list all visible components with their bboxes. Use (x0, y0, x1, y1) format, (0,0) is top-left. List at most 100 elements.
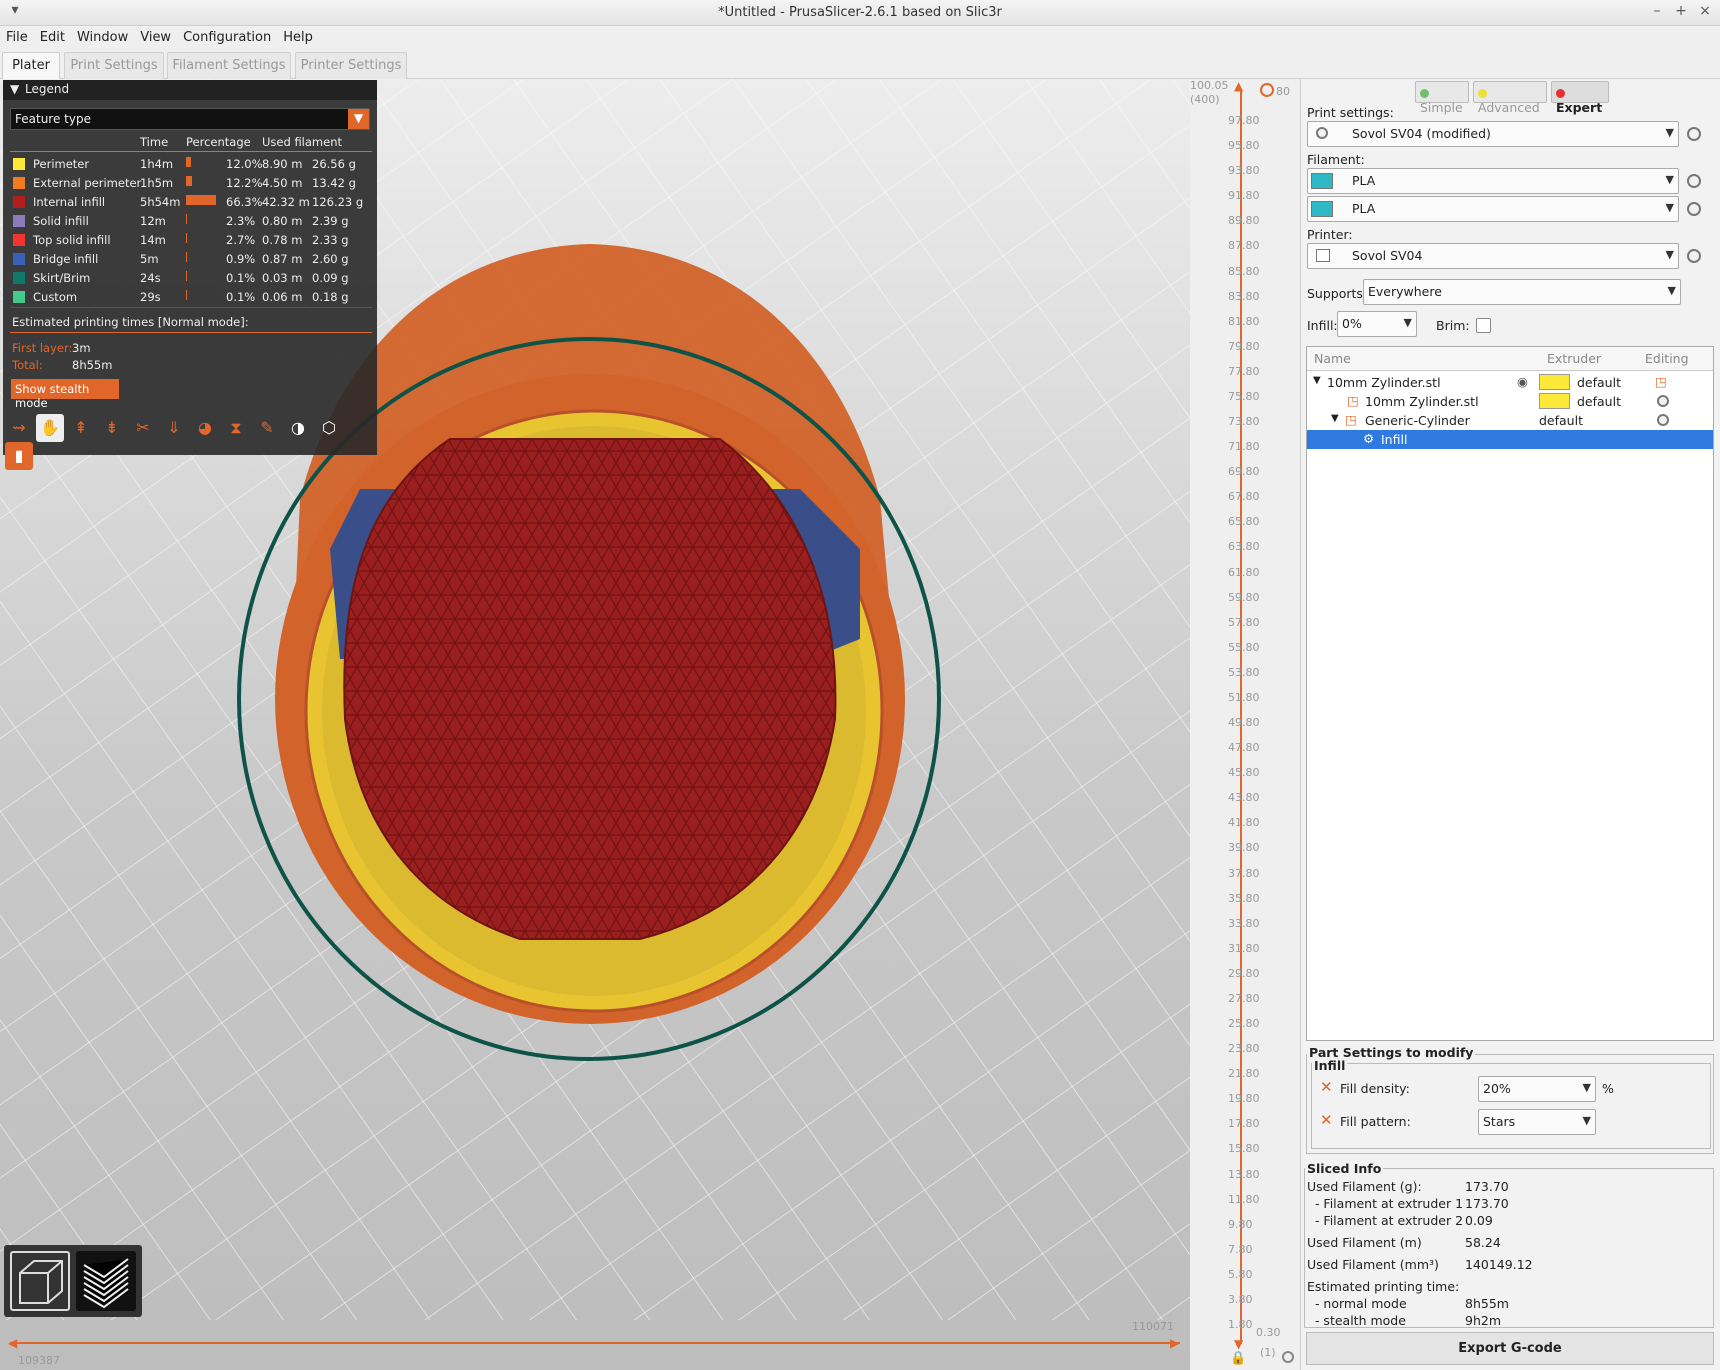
infill-label: Infill: (1307, 318, 1338, 333)
col-name[interactable]: Name (1314, 351, 1351, 366)
fill-density-combo[interactable]: 20% ▼ (1478, 1076, 1596, 1102)
remove-setting-icon[interactable]: ✕ (1320, 1078, 1333, 1096)
col-editing[interactable]: Editing (1645, 351, 1689, 366)
menu-bar: File Edit Window View Configuration Help (0, 26, 1720, 50)
horizontal-slider-right-value: 110071 (1132, 1320, 1174, 1333)
vertical-slider-tick: 53.80 (1228, 665, 1260, 679)
tool-changes-icon[interactable]: ⇓ (160, 414, 188, 442)
settings-row-selected[interactable]: ⚙ Infill (1307, 430, 1713, 449)
expand-triangle-icon[interactable]: ▼ (1331, 413, 1339, 424)
vertical-slider-tick: 97.80 (1228, 114, 1260, 127)
horizontal-slider-left-thumb[interactable]: ◀ (8, 1336, 17, 1350)
filament-2-edit-icon[interactable] (1687, 202, 1701, 216)
legend-row[interactable]: Custom 29s 0.1% 0.06 m 0.18 g (10, 288, 370, 306)
tab-plater[interactable]: Plater (2, 52, 60, 79)
legend-row[interactable]: Top solid infill 14m 2.7% 0.78 m 2.33 g (10, 231, 370, 249)
vertical-slider-bottom-thumb[interactable]: ▼ (1234, 1337, 1243, 1351)
center-of-gravity-icon[interactable]: ◑ (284, 414, 312, 442)
shells-icon[interactable]: ⬡ (315, 414, 343, 442)
horizontal-slider-right-thumb[interactable]: ▶ (1170, 1336, 1179, 1350)
pause-prints-icon[interactable]: ⧗ (222, 414, 250, 442)
filament-combo-1[interactable]: PLA ▼ (1307, 168, 1679, 194)
legend-header[interactable]: ▼ Legend (3, 80, 377, 100)
legend-percentage: 0.1% (226, 271, 256, 285)
menu-view[interactable]: View (134, 26, 177, 45)
modifier-row[interactable]: ▼ ◳ Generic-Cylinder default (1307, 411, 1713, 430)
legend-row[interactable]: External perimeter 1h5m 12.2% 4.50 m 13.42 g (10, 174, 370, 192)
mode-expert-button[interactable]: Expert (1551, 81, 1609, 115)
part-settings-box: Part Settings to modify Infill ✕ Fill de… (1306, 1045, 1714, 1154)
wipe-icon[interactable]: ✋ (36, 414, 64, 442)
vertical-slider-tick: 55.80 (1228, 640, 1260, 654)
vertical-slider-tick: 61.80 (1228, 565, 1260, 579)
retractions-icon[interactable]: ⇞ (67, 414, 95, 442)
legend-percentage: 2.3% (226, 214, 256, 228)
custom-gcodes-icon[interactable]: ✎ (253, 414, 281, 442)
legend-row[interactable]: Solid infill 12m 2.3% 0.80 m 2.39 g (10, 212, 370, 230)
col-extruder[interactable]: Extruder (1547, 351, 1601, 366)
print-settings-combo[interactable]: Sovol SV04 (modified) ▼ (1307, 121, 1679, 147)
vertical-slider-tick: 25.80 (1228, 1017, 1260, 1030)
vertical-slider-tick: 39.80 (1228, 841, 1260, 855)
3d-view-cube-icon[interactable] (10, 1251, 70, 1311)
printer-edit-icon[interactable] (1687, 249, 1701, 263)
collapse-triangle-icon[interactable]: ▼ (10, 82, 19, 96)
seams-icon[interactable]: ✂ (129, 414, 157, 442)
add-settings-icon[interactable]: ◳ (1655, 374, 1667, 389)
vertical-slider-tick: 59.80 (1228, 590, 1260, 604)
view-type-select[interactable]: Feature type ▼ (10, 108, 370, 130)
horizontal-slider-track[interactable] (10, 1342, 1180, 1344)
add-color-change-icon[interactable] (1260, 83, 1274, 97)
legend-row[interactable]: Perimeter 1h4m 12.0% 8.90 m 26.56 g (10, 155, 370, 173)
filament-combo-2[interactable]: PLA ▼ (1307, 196, 1679, 222)
filament-1-edit-icon[interactable] (1687, 174, 1701, 188)
print-settings-edit-icon[interactable] (1687, 127, 1701, 141)
maximize-button[interactable]: + (1672, 3, 1690, 19)
legend-time: 5h54m (140, 195, 181, 209)
tab-print-settings[interactable]: Print Settings (64, 52, 164, 79)
modifier-settings-gear-icon[interactable] (1657, 414, 1669, 426)
travel-icon[interactable]: ⇝ (5, 414, 33, 442)
legend-color-swatch (13, 215, 25, 227)
col-used-filament: Used filament (262, 135, 343, 149)
brim-checkbox[interactable] (1476, 318, 1491, 333)
printer-combo[interactable]: Sovol SV04 ▼ (1307, 243, 1679, 269)
export-gcode-button[interactable]: Export G-code (1306, 1332, 1714, 1365)
minimize-button[interactable]: – (1648, 3, 1666, 19)
legend-percentage-bar (186, 233, 188, 243)
close-button[interactable]: × (1696, 3, 1714, 19)
preview-layers-icon[interactable] (76, 1251, 136, 1311)
tab-filament-settings[interactable]: Filament Settings (167, 52, 291, 79)
vertical-slider-tick: 45.80 (1228, 766, 1260, 780)
menu-help[interactable]: Help (277, 26, 319, 45)
mode-simple-button[interactable]: Simple (1415, 81, 1469, 115)
fill-pattern-combo[interactable]: Stars ▼ (1478, 1109, 1596, 1135)
part-row[interactable]: ◳ 10mm Zylinder.stl default (1307, 392, 1713, 411)
legend-row[interactable]: Bridge infill 5m 0.9% 0.87 m 2.60 g (10, 250, 370, 268)
eye-icon[interactable]: ◉ (1517, 374, 1528, 389)
tool-marker-icon[interactable]: ▮ (5, 442, 33, 470)
tab-printer-settings[interactable]: Printer Settings (295, 52, 407, 79)
part-settings-gear-icon[interactable] (1657, 395, 1669, 407)
vertical-slider-top-thumb[interactable]: ▲ (1234, 79, 1243, 93)
legend-row[interactable]: Internal infill 5h54m 66.3% 42.32 m 126.23 g (10, 193, 370, 211)
legend-row[interactable]: Skirt/Brim 24s 0.1% 0.03 m 0.09 g (10, 269, 370, 287)
lock-icon[interactable]: 🔒 (1230, 1351, 1246, 1366)
supports-combo[interactable]: Everywhere ▼ (1363, 279, 1681, 305)
color-changes-icon[interactable]: ◕ (191, 414, 219, 442)
remove-setting-icon[interactable]: ✕ (1320, 1111, 1333, 1129)
chevron-down-icon[interactable]: ▼ (348, 109, 369, 129)
cog-icon[interactable] (1282, 1351, 1294, 1363)
sliced-info-value: 8h55m (1465, 1296, 1509, 1311)
menu-window[interactable]: Window (71, 26, 134, 45)
expand-triangle-icon[interactable]: ▼ (1313, 375, 1321, 386)
object-row[interactable]: ▼ 10mm Zylinder.stl ◉ default ◳ (1307, 373, 1713, 392)
menu-configuration[interactable]: Configuration (177, 26, 277, 45)
mode-advanced-button[interactable]: Advanced (1473, 81, 1547, 115)
show-stealth-mode-button[interactable]: Show stealth mode (11, 379, 119, 410)
menu-file[interactable]: File (0, 26, 34, 45)
deretractions-icon[interactable]: ⇟ (98, 414, 126, 442)
menu-edit[interactable]: Edit (34, 26, 71, 45)
infill-combo[interactable]: 0% ▼ (1337, 311, 1417, 337)
printer-icon (1316, 249, 1330, 262)
